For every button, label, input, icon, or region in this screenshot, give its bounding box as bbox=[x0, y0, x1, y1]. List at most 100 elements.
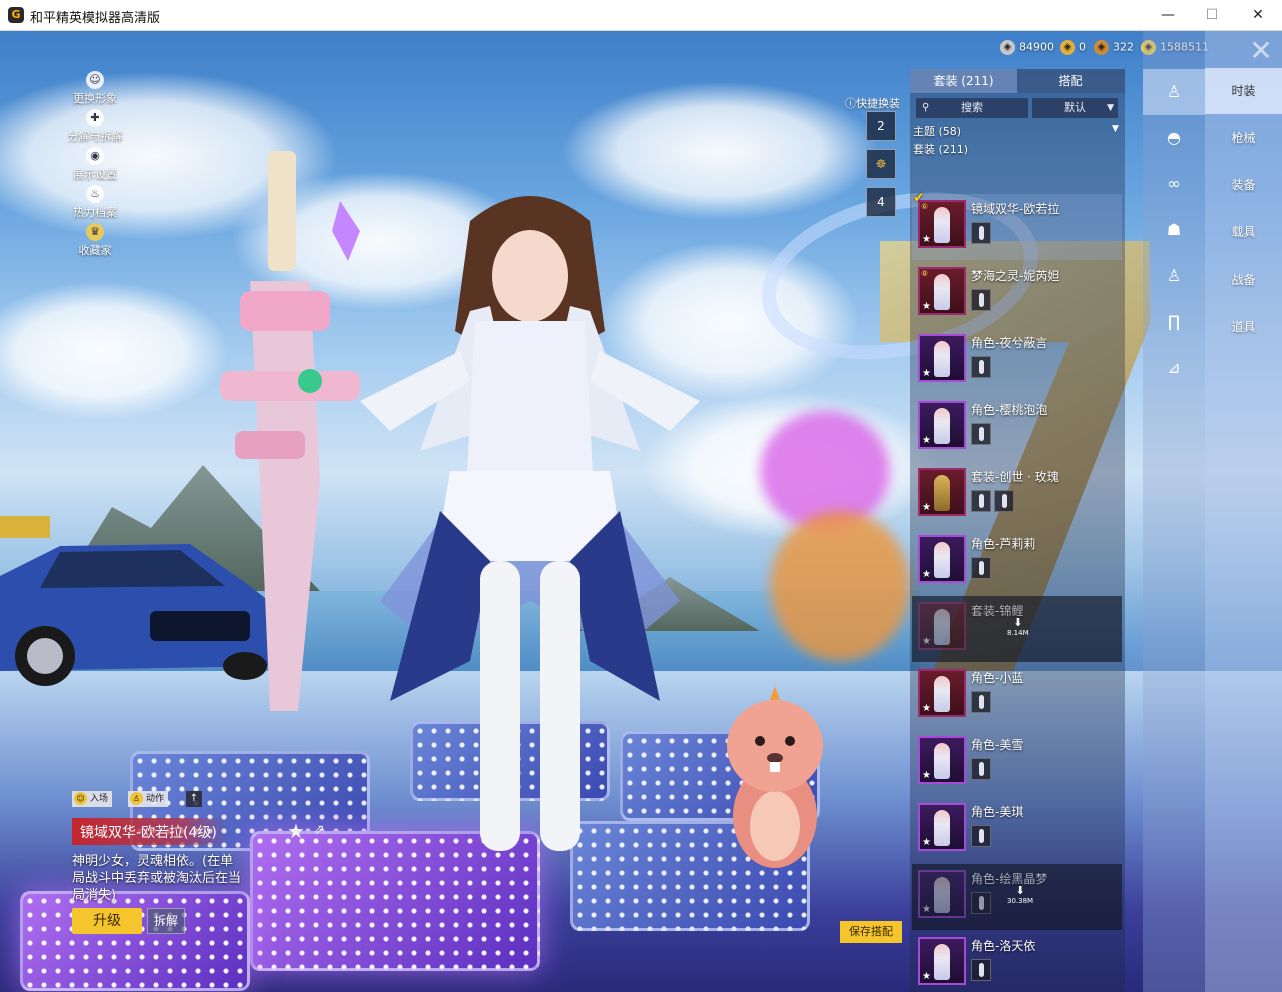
boots-icon[interactable]: ⊿ bbox=[1143, 345, 1205, 391]
save-outfit-button[interactable]: 保存搭配 bbox=[840, 921, 902, 943]
download-indicator[interactable]: ⬇ 8.14M bbox=[1007, 617, 1029, 638]
window-close-button[interactable]: ✕ bbox=[1242, 4, 1274, 26]
currency-silver: ◈ 84900 bbox=[1000, 40, 1054, 58]
outfit-item[interactable]: ★ 角色-小蓝 bbox=[912, 663, 1122, 729]
cap-icon[interactable]: ◓ bbox=[1143, 115, 1205, 161]
tab-mix[interactable]: 搭配 bbox=[1017, 69, 1124, 93]
outfit-item[interactable]: ★ 角色-樱桃泡泡 bbox=[912, 395, 1122, 461]
share-icon[interactable]: ⇗ bbox=[313, 822, 325, 838]
outfit-item[interactable]: ★ 角色-绘黑晶梦 ⬇ 30.38M bbox=[912, 864, 1122, 930]
change-appearance-button[interactable]: ☺ 更换形象 bbox=[60, 71, 130, 109]
outfit-thumbnail: ★ bbox=[918, 870, 966, 918]
goggles-icon[interactable]: ∞ bbox=[1143, 161, 1205, 207]
search-placeholder: 搜索 bbox=[961, 101, 983, 114]
outfit-part-thumbnail bbox=[971, 825, 991, 847]
chevron-down-icon: ▼ bbox=[1107, 103, 1114, 113]
outfit-name: 角色-美雪 bbox=[971, 738, 1024, 752]
favorite-star-icon[interactable]: ★ bbox=[287, 819, 305, 843]
star-icon: ★ bbox=[922, 904, 931, 915]
chevron-down-icon[interactable]: ▼ bbox=[1112, 124, 1119, 134]
heat-archive-button[interactable]: ♨ 热力档案 bbox=[60, 185, 130, 223]
figure-icon[interactable]: ♙ bbox=[1143, 69, 1205, 115]
outfit-name: 镜域双华-欧若拉 bbox=[971, 202, 1060, 216]
star-icon: ★ bbox=[922, 435, 931, 446]
download-indicator[interactable]: ⬇ 30.38M bbox=[1007, 885, 1033, 906]
search-input[interactable]: ⚲ 搜索 bbox=[916, 98, 1028, 118]
tab-props[interactable]: 道具 bbox=[1205, 304, 1282, 350]
outfit-item[interactable]: ★ 角色-美琪 bbox=[912, 797, 1122, 863]
quick-slot-4[interactable]: 4 bbox=[866, 187, 896, 217]
outfit-item[interactable]: ★ 套装-锦鲤 ⬇ 8.14M bbox=[912, 596, 1122, 662]
arrow-up-icon[interactable]: ↑ bbox=[186, 791, 202, 807]
outfit-item[interactable]: ★ 角色-夜兮蔽言 bbox=[912, 328, 1122, 394]
outfit-thumbnail: ★ bbox=[918, 334, 966, 382]
star-icon: ★ bbox=[922, 837, 931, 848]
search-row: ⚲ 搜索 默认 ▼ bbox=[916, 98, 1118, 118]
outfit-item[interactable]: ★ 角色-芦莉莉 bbox=[912, 529, 1122, 595]
orange-smoke bbox=[770, 511, 910, 661]
smile-icon: ☺ bbox=[74, 792, 87, 805]
outfit-thumbnail: ★ bbox=[918, 803, 966, 851]
pose-icon: ♙ bbox=[130, 792, 143, 805]
theme-filter[interactable]: 主题 (58) bbox=[913, 123, 961, 139]
upgrade-button[interactable]: 升级 bbox=[72, 908, 142, 934]
app-icon: G bbox=[8, 7, 24, 23]
menu-label: 收藏家 bbox=[78, 244, 112, 257]
outfit-item[interactable]: ★ 套装-创世 · 玫瑰 bbox=[912, 462, 1122, 528]
outfit-name: 角色-绘黑晶梦 bbox=[971, 872, 1048, 886]
trophy-icon: ♛ bbox=[86, 223, 104, 241]
category-tabs: 时装 枪械 装备 载具 战备 道具 bbox=[1205, 31, 1282, 992]
quick-slot-2[interactable]: 2 bbox=[866, 111, 896, 141]
decompose-button[interactable]: ✚ 分解与拆解 bbox=[60, 109, 130, 147]
outfit-item[interactable]: ★ 角色-洛天依 bbox=[912, 931, 1122, 992]
gold-coin-icon: ◈ bbox=[1060, 40, 1075, 55]
pants-icon[interactable]: ∏ bbox=[1143, 299, 1205, 345]
outfit-part-thumbnail bbox=[971, 758, 991, 780]
tab-vehicles[interactable]: 载具 bbox=[1205, 209, 1282, 255]
outfit-part-thumbnail bbox=[994, 490, 1014, 512]
minimize-button[interactable]: — bbox=[1152, 4, 1184, 26]
star-icon: ★ bbox=[922, 770, 931, 781]
quick-slot-badge[interactable]: ☸ bbox=[866, 149, 896, 179]
display-settings-button[interactable]: ◉ 展示设置 bbox=[60, 147, 130, 185]
outfit-part-thumbnail bbox=[971, 222, 991, 244]
outfit-name: 梦海之灵-妮芮妲 bbox=[971, 269, 1060, 283]
dismantle-button[interactable]: 拆解 bbox=[147, 908, 185, 934]
set-filter[interactable]: 套装 (211) bbox=[913, 141, 968, 157]
sort-dropdown[interactable]: 默认 ▼ bbox=[1032, 98, 1118, 118]
star-icon: ★ bbox=[922, 703, 931, 714]
collector-button[interactable]: ♛ 收藏家 bbox=[60, 223, 130, 261]
tab-weapons[interactable]: 枪械 bbox=[1205, 115, 1282, 161]
menu-label: 分解与拆解 bbox=[67, 130, 123, 143]
star-icon: ★ bbox=[922, 234, 931, 245]
tab-equipment[interactable]: 装备 bbox=[1205, 162, 1282, 208]
outfit-part-thumbnail bbox=[971, 356, 991, 378]
outfit-item[interactable]: ⑧ ★ 梦海之灵-妮芮妲 bbox=[912, 261, 1122, 327]
mask-icon[interactable]: ☗ bbox=[1143, 207, 1205, 253]
star-icon: ★ bbox=[922, 301, 931, 312]
figure-pose-icon[interactable]: ♙ bbox=[1143, 253, 1205, 299]
maximize-button[interactable]: ☐ bbox=[1196, 4, 1228, 26]
puzzle-icon: ✚ bbox=[86, 109, 104, 127]
outfit-name: 角色-洛天依 bbox=[971, 939, 1036, 953]
tab-fashion[interactable]: 时装 bbox=[1205, 68, 1282, 114]
check-icon: ✔ bbox=[913, 190, 925, 206]
window-title: 和平精英模拟器高清版 bbox=[30, 11, 161, 26]
action-button[interactable]: ♙ 动作 bbox=[128, 791, 169, 807]
mode-label: 入场 bbox=[90, 794, 109, 804]
menu-label: 热力档案 bbox=[73, 206, 117, 219]
tab-sets[interactable]: 套装 (211) bbox=[910, 69, 1017, 93]
outfit-thumbnail: ★ bbox=[918, 468, 966, 516]
tab-battle-prep[interactable]: 战备 bbox=[1205, 257, 1282, 303]
currency-gold: ◈ 0 bbox=[1060, 40, 1086, 58]
outfit-thumbnail: ★ bbox=[918, 602, 966, 650]
star-icon: ★ bbox=[922, 636, 931, 647]
outfit-item[interactable]: ⑥ ★ ✔ 镜域双华-欧若拉 bbox=[912, 190, 1122, 260]
currency-bronze: ◈ 322 bbox=[1094, 40, 1134, 58]
outfit-panel: 套装 (211) 搭配 ⚲ 搜索 默认 ▼ 主题 (58) ▼ 套装 (211)… bbox=[910, 69, 1125, 992]
item-description: 神明少女，灵魂相依。(在单局战斗中丢弃或被淘汰后在当局消失) bbox=[72, 854, 242, 903]
outfit-item[interactable]: ★ 角色-美雪 bbox=[912, 730, 1122, 796]
entrance-button[interactable]: ☺ 入场 bbox=[72, 791, 113, 807]
quick-slot-number: 4 bbox=[877, 195, 885, 209]
download-size: 8.14M bbox=[1007, 629, 1029, 637]
